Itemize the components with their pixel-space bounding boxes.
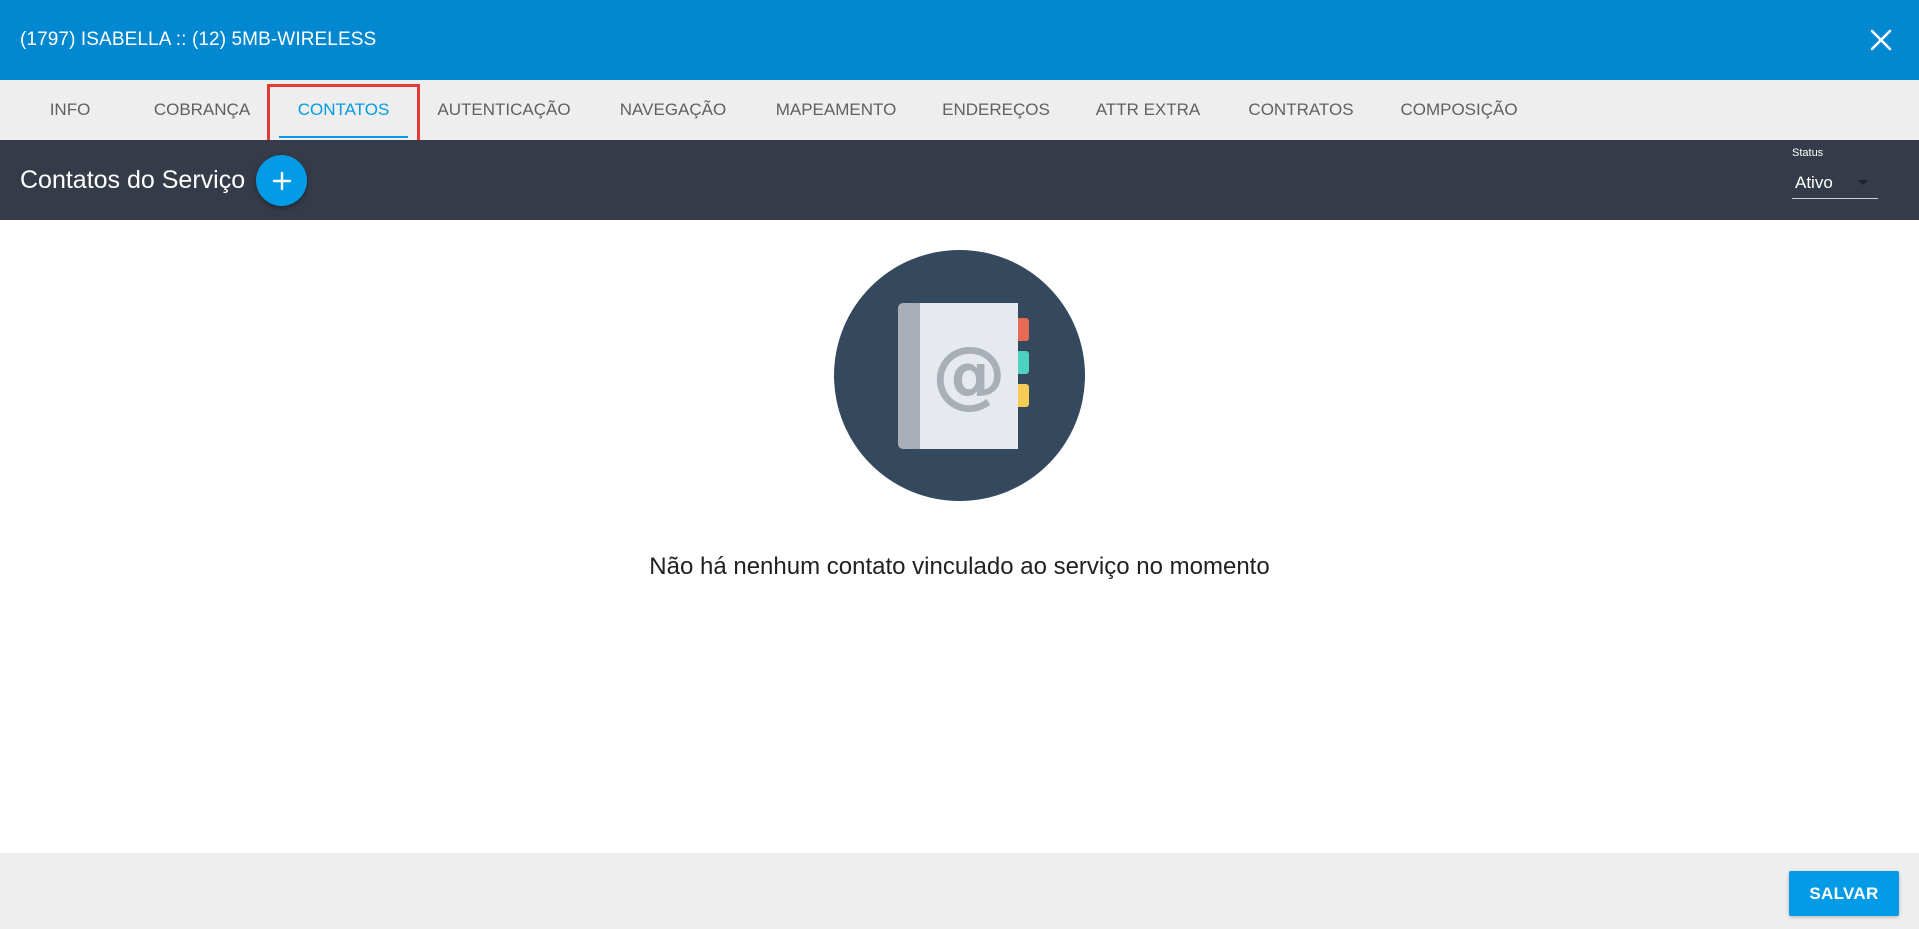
- tab-mapeamento[interactable]: MAPEAMENTO: [768, 80, 904, 140]
- empty-state-message: Não há nenhum contato vinculado ao servi…: [649, 553, 1270, 580]
- tab-label: AUTENTICAÇÃO: [437, 100, 571, 119]
- tab-label: NAVEGAÇÃO: [619, 100, 727, 119]
- tab-navegacao[interactable]: NAVEGAÇÃO: [612, 80, 734, 140]
- close-icon: [1870, 29, 1892, 51]
- tab-bar: INFO COBRANÇA CONTATOS AUTENTICAÇÃO NAVE…: [0, 80, 1919, 140]
- tab-label: ENDEREÇOS: [942, 100, 1050, 119]
- tab-attr-extra[interactable]: ATTR EXTRA: [1090, 80, 1206, 140]
- dialog-title: (1797) ISABELLA :: (12) 5MB-WIRELESS: [20, 29, 377, 50]
- tab-label: MAPEAMENTO: [775, 100, 897, 119]
- tab-contratos[interactable]: CONTRATOS: [1242, 80, 1360, 140]
- dialog-titlebar: (1797) ISABELLA :: (12) 5MB-WIRELESS: [0, 0, 1919, 80]
- tab-info[interactable]: INFO: [38, 80, 102, 140]
- tab-enderecos[interactable]: ENDEREÇOS: [937, 80, 1055, 140]
- status-value: Ativo: [1795, 173, 1833, 192]
- status-label: Status: [1792, 147, 1824, 159]
- tab-label: INFO: [49, 100, 91, 119]
- tab-cobranca[interactable]: COBRANÇA: [148, 80, 256, 140]
- status-filter: Status Ativo: [1792, 140, 1878, 220]
- close-button[interactable]: [1861, 20, 1901, 60]
- plus-icon: [272, 171, 291, 190]
- tab-label: ATTR EXTRA: [1095, 100, 1201, 119]
- save-button[interactable]: SALVAR: [1789, 871, 1899, 916]
- section-title: Contatos do Serviço: [20, 166, 246, 194]
- dialog-footer: SALVAR: [0, 853, 1919, 929]
- address-book-icon: @: [834, 250, 1085, 501]
- section-header: Contatos do Serviço Status Ativo: [0, 140, 1919, 220]
- tab-label: CONTATOS: [297, 100, 390, 119]
- tab-label: CONTRATOS: [1248, 100, 1354, 119]
- tab-contatos[interactable]: CONTATOS: [279, 80, 408, 140]
- service-dialog: (1797) ISABELLA :: (12) 5MB-WIRELESS INF…: [0, 0, 1919, 929]
- svg-text:@: @: [932, 331, 1006, 417]
- tab-composicao[interactable]: COMPOSIÇÃO: [1392, 80, 1526, 140]
- tab-label: COBRANÇA: [153, 100, 251, 119]
- status-select[interactable]: Ativo: [1792, 168, 1878, 199]
- tab-label: COMPOSIÇÃO: [1400, 100, 1518, 119]
- add-contact-button[interactable]: [256, 155, 307, 206]
- active-tab-indicator: [279, 136, 408, 138]
- tab-autenticacao[interactable]: AUTENTICAÇÃO: [434, 80, 574, 140]
- chevron-down-icon: [1858, 180, 1868, 185]
